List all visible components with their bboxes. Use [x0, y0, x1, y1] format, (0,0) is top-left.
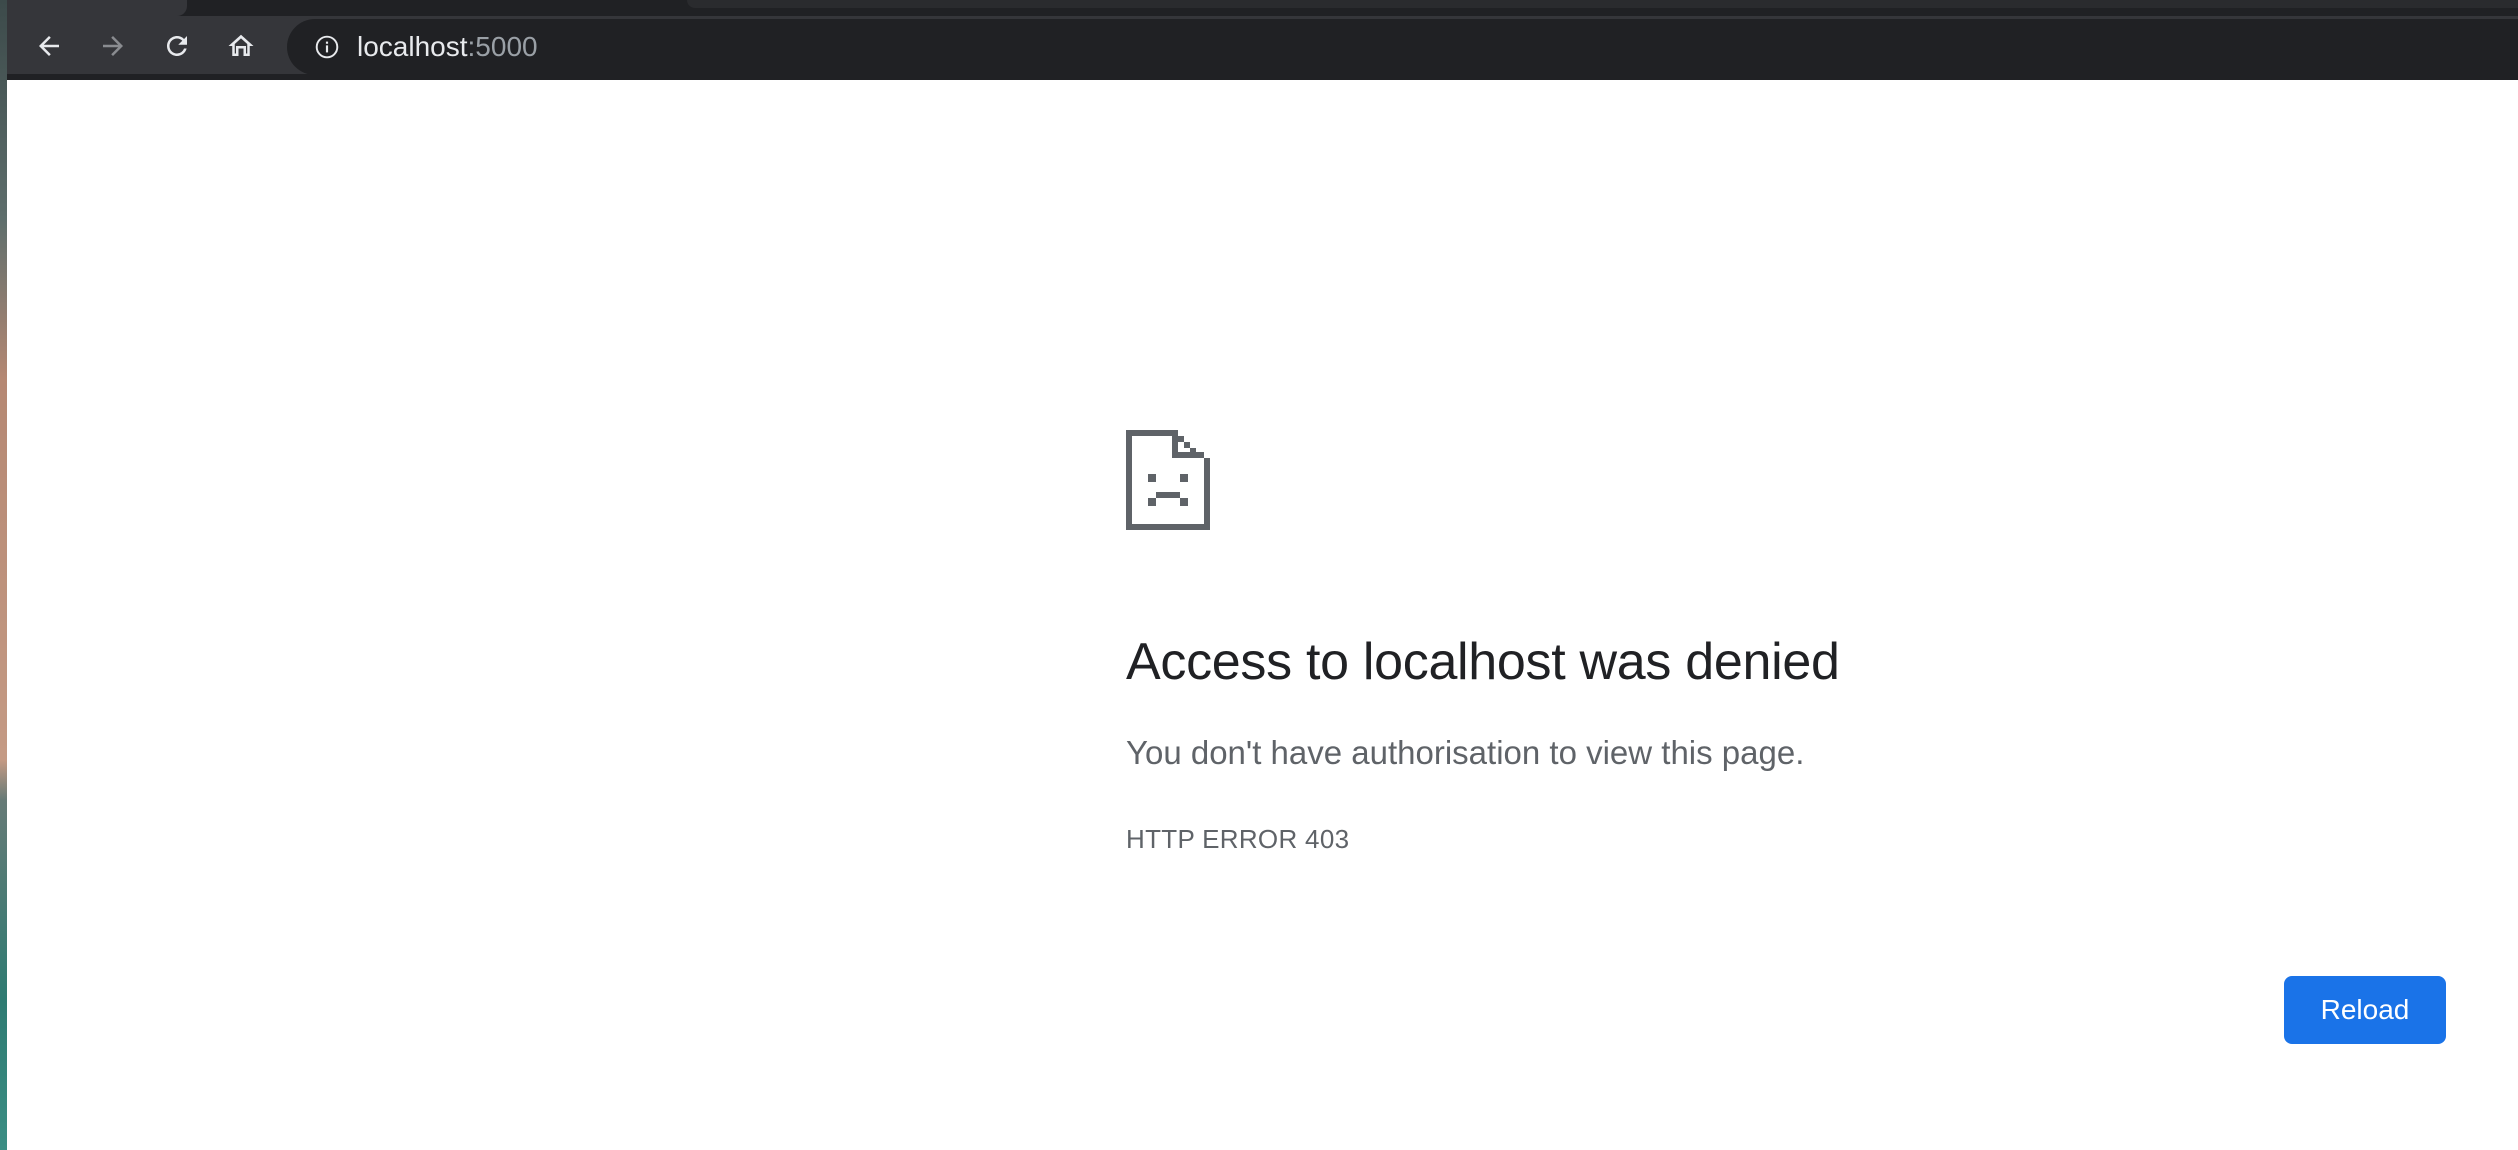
inactive-tab-edge[interactable] — [687, 0, 2518, 8]
active-tab-edge[interactable] — [7, 0, 187, 16]
reload-toolbar-button[interactable] — [155, 24, 199, 68]
arrow-right-icon — [98, 31, 128, 61]
info-icon[interactable] — [313, 33, 341, 61]
address-port: :5000 — [467, 31, 538, 62]
address-host: localhost — [357, 31, 468, 62]
error-description: You don't have authorisation to view thi… — [1126, 734, 1805, 771]
forward-button[interactable] — [91, 24, 135, 68]
error-code: HTTP ERROR 403 — [1126, 824, 1350, 854]
home-button[interactable] — [219, 24, 263, 68]
toolbar-row: localhost:5000 — [7, 16, 2518, 75]
reload-button[interactable]: Reload — [2284, 976, 2446, 1044]
browser-toolbar: localhost:5000 — [7, 0, 2518, 80]
arrow-left-icon — [34, 31, 64, 61]
desktop-background-strip — [0, 0, 7, 1150]
screen: localhost:5000 Access to localhost was d… — [0, 0, 2518, 1150]
tab-strip — [7, 0, 2518, 16]
back-button[interactable] — [27, 24, 71, 68]
home-icon — [226, 31, 256, 61]
address-bar[interactable]: localhost:5000 — [287, 19, 2518, 75]
sad-document-icon — [1126, 430, 1210, 530]
error-title: Access to localhost was denied — [1126, 633, 1840, 691]
reload-icon — [162, 31, 192, 61]
page-content: Access to localhost was denied You don't… — [7, 80, 2518, 1150]
address-url[interactable]: localhost:5000 — [357, 31, 538, 63]
